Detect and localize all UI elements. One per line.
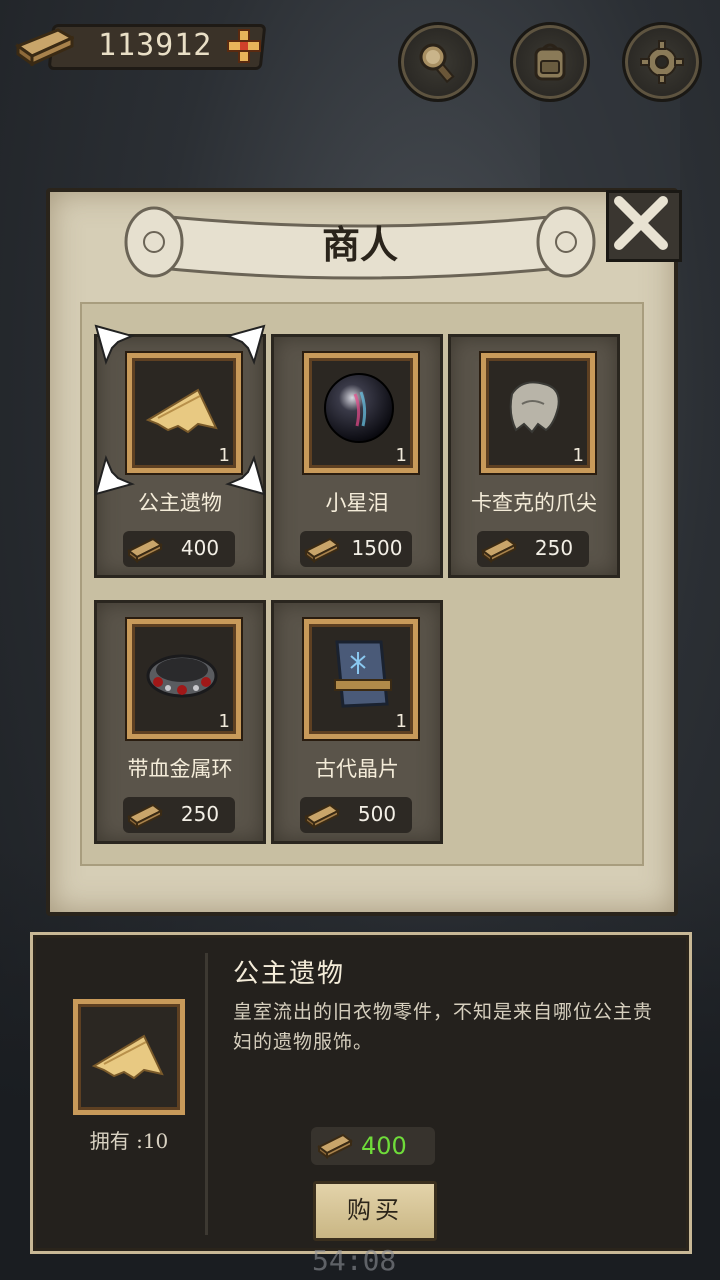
item-icon-frame: 1 [304, 353, 418, 473]
item-price-tag: 250 [477, 531, 589, 567]
item-price: 250 [180, 802, 220, 826]
close-icon [614, 196, 668, 250]
gear-icon [640, 40, 684, 84]
item-price-tag: 400 [123, 531, 235, 567]
detail-price-tag: 400 [311, 1127, 435, 1165]
detail-description: 皇室流出的旧衣物零件，不知是来自哪位公主贵妇的遗物服饰。 [233, 1001, 654, 1053]
settings-button[interactable] [622, 22, 702, 102]
bloody-ring-icon [146, 654, 218, 698]
item-icon-frame: 1 [304, 619, 418, 739]
item-name: 古代晶片 [315, 757, 399, 781]
close-button[interactable] [606, 190, 682, 262]
wood-log-icon [317, 1133, 353, 1159]
wood-currency-counter: 113912 [14, 18, 267, 72]
timer-text: 54:08 [312, 1244, 397, 1277]
item-name: 带血金属环 [127, 757, 233, 781]
item-icon-frame: 1 [481, 353, 595, 473]
selection-corners [94, 324, 266, 496]
shop-item-card[interactable]: 1 卡查克的爪尖 250 [448, 334, 620, 578]
item-price: 1500 [351, 536, 403, 560]
wood-log-icon [304, 803, 340, 829]
wood-log-icon [481, 537, 517, 563]
item-icon-frame: 1 [127, 619, 241, 739]
backpack-icon [534, 43, 566, 81]
item-price: 250 [534, 536, 574, 560]
detail-item-name: 公主遗物 [233, 959, 346, 989]
magnifier-tools-button[interactable] [398, 22, 478, 102]
wood-log-icon [14, 28, 74, 66]
item-name: 小星泪 [325, 491, 389, 515]
detail-icon-frame [73, 999, 185, 1115]
shop-item-card[interactable]: 1 古代晶片 500 [271, 600, 443, 844]
magnifier-tools-icon [419, 43, 455, 84]
wood-log-icon [127, 803, 163, 829]
wood-count: 113912 [98, 28, 213, 63]
shop-item-card[interactable]: 1 小星泪 1500 [271, 334, 443, 578]
owned-count: 拥有 :10 [89, 1129, 169, 1153]
shop-item-card[interactable]: 1 带血金属环 250 [94, 600, 266, 844]
crystal-shard-icon [334, 640, 392, 708]
claw-icon [509, 381, 560, 434]
buy-button[interactable]: 购买 [313, 1181, 437, 1241]
star-orb-icon [324, 373, 394, 443]
item-name: 卡查克的爪尖 [471, 491, 597, 515]
item-detail-panel: 拥有 :10 公主遗物 皇室流出的旧衣物零件，不知是来自哪位公主贵妇的遗物服饰。… [30, 932, 692, 1254]
detail-divider [205, 953, 208, 1235]
cloth-scrap-icon [91, 1034, 164, 1080]
item-price-tag: 500 [300, 797, 412, 833]
item-price: 400 [180, 536, 220, 560]
item-quantity: 1 [395, 445, 407, 466]
item-quantity: 1 [572, 445, 584, 466]
item-price-tag: 1500 [300, 531, 412, 567]
detail-price: 400 [361, 1132, 407, 1160]
add-wood-plus-icon[interactable] [226, 28, 262, 64]
wood-log-icon [304, 537, 340, 563]
item-price-tag: 250 [123, 797, 235, 833]
item-quantity: 1 [218, 711, 230, 732]
wood-log-icon [127, 537, 163, 563]
item-price: 500 [357, 802, 397, 826]
backpack-button[interactable] [510, 22, 590, 102]
item-quantity: 1 [395, 711, 407, 732]
